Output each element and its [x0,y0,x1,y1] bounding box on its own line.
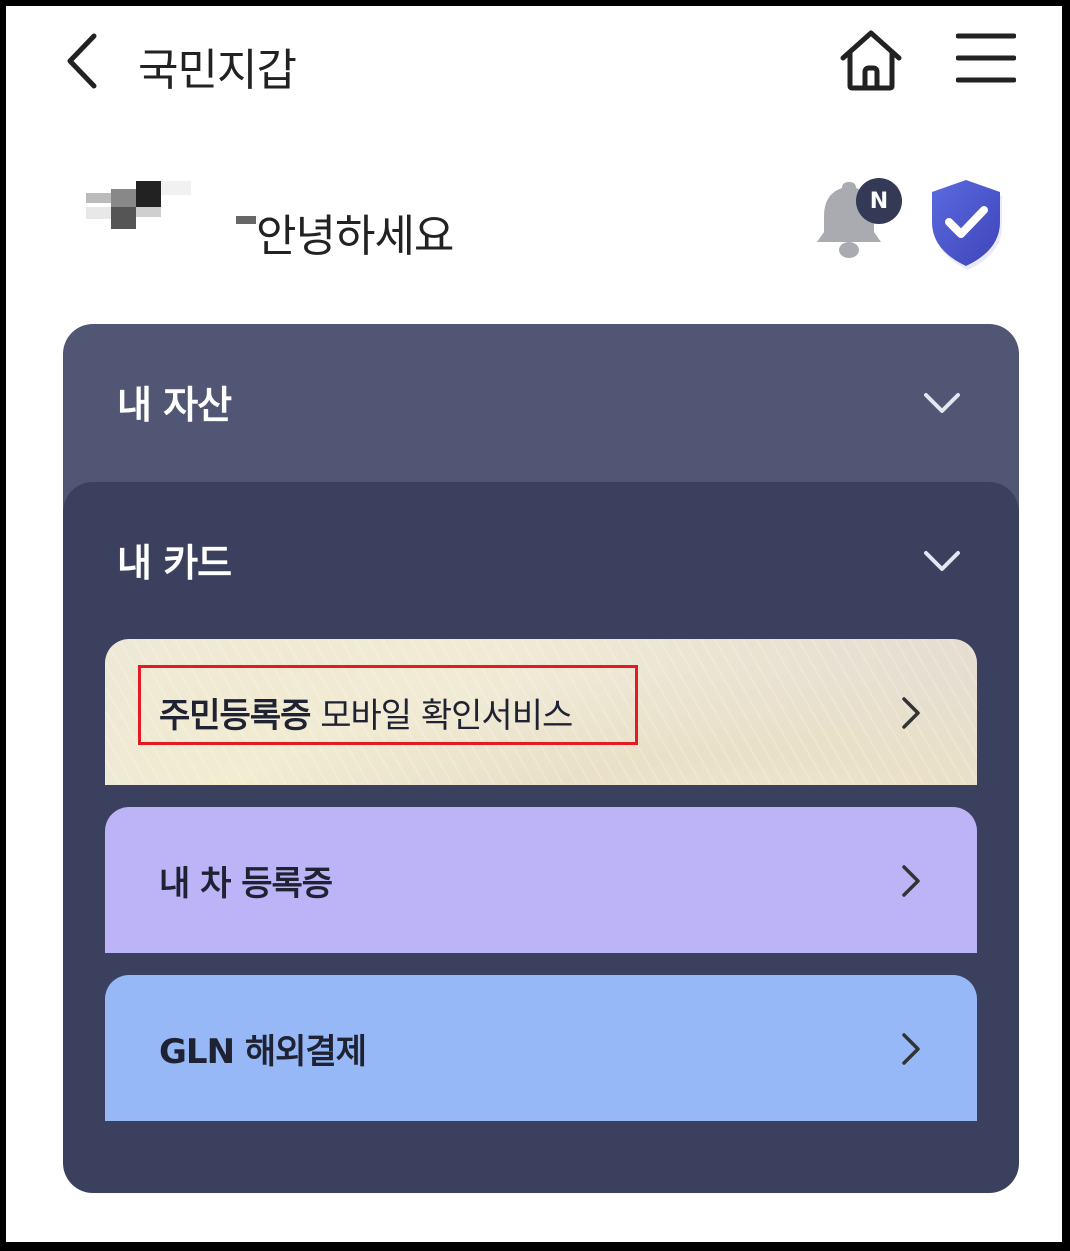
page-title: 국민지갑 [138,45,297,96]
chevron-down-icon[interactable] [923,550,961,572]
chevron-right-icon [902,697,920,729]
card-label-bold: 주민등록증 [159,695,311,736]
my-cards-section: 내 카드 주민등록증 모바일 확인서비스 내 차 등록증 GLN 해외결제 [63,482,1019,1193]
chevron-down-icon[interactable] [923,392,961,414]
hamburger-menu-icon[interactable] [956,32,1016,84]
app-screen: 국민지갑 안녕하세요 N 내 자산 내 카드 주민등록증 모바일 확인서비스 내… [6,6,1062,1242]
card-label: 주민등록증 모바일 확인서비스 [159,639,573,785]
greeting-text: 안녕하세요 [256,211,454,262]
chevron-right-icon [902,1033,920,1065]
card-resident-registration[interactable]: 주민등록증 모바일 확인서비스 [105,639,977,785]
blurred-username-tail [236,216,256,224]
notification-badge: N [856,178,902,224]
card-label-rest: 모바일 확인서비스 [310,695,573,736]
my-assets-title: 내 자산 [117,383,232,427]
card-car-registration[interactable]: 내 차 등록증 [105,807,977,953]
card-gln-overseas-payment[interactable]: GLN 해외결제 [105,975,977,1121]
shield-check-icon[interactable] [924,176,1008,272]
my-cards-title: 내 카드 [117,541,232,585]
card-label: GLN 해외결제 [159,1031,367,1072]
home-icon[interactable] [838,28,904,92]
back-chevron-icon[interactable] [64,32,104,90]
blurred-username [86,181,191,229]
card-label: 내 차 등록증 [159,863,333,904]
chevron-right-icon [902,865,920,897]
